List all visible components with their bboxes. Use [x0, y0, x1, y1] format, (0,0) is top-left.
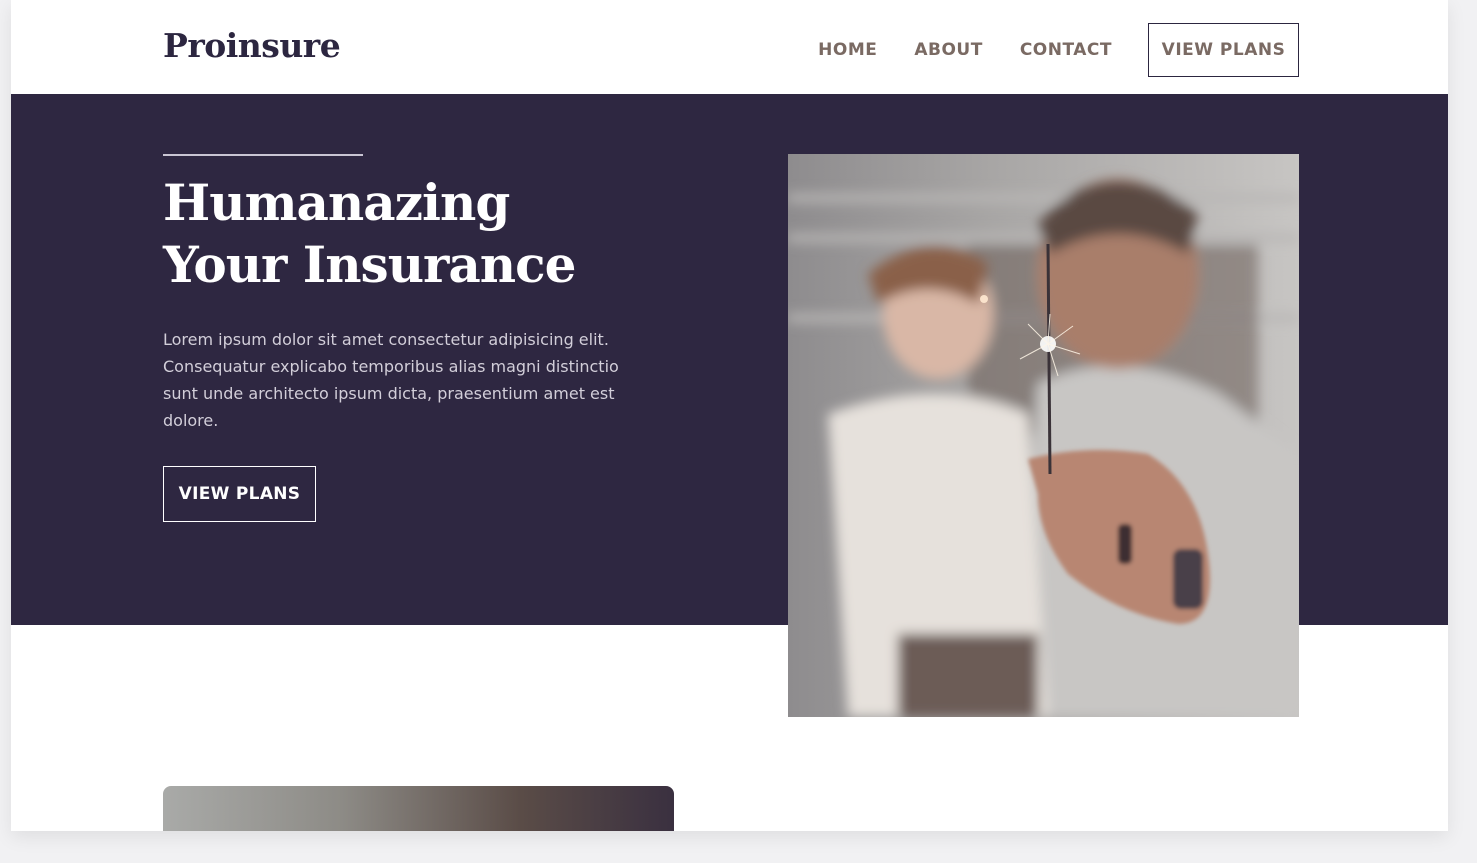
hero-description: Lorem ipsum dolor sit amet consectetur a… — [163, 330, 619, 430]
site-header: Proinsure HOME ABOUT CONTACT VIEW PLANS — [11, 0, 1448, 94]
logo[interactable]: Proinsure — [163, 26, 341, 65]
page: Proinsure HOME ABOUT CONTACT VIEW PLANS … — [11, 0, 1448, 831]
nav-about[interactable]: ABOUT — [914, 40, 982, 60]
header-view-plans-button[interactable]: VIEW PLANS — [1148, 23, 1299, 77]
hero-title: Humanazing Your Insurance — [163, 173, 576, 294]
family-sparkler-image — [788, 154, 1299, 717]
nav-contact[interactable]: CONTACT — [1020, 40, 1112, 60]
nav-home[interactable]: HOME — [818, 40, 877, 60]
hero-photo — [788, 154, 1299, 717]
hero-view-plans-button[interactable]: VIEW PLANS — [163, 466, 316, 522]
secondary-photo — [163, 786, 674, 831]
hero-divider — [163, 154, 363, 156]
secondary-image — [163, 786, 674, 831]
main-nav: HOME ABOUT CONTACT VIEW PLANS — [818, 22, 1299, 78]
